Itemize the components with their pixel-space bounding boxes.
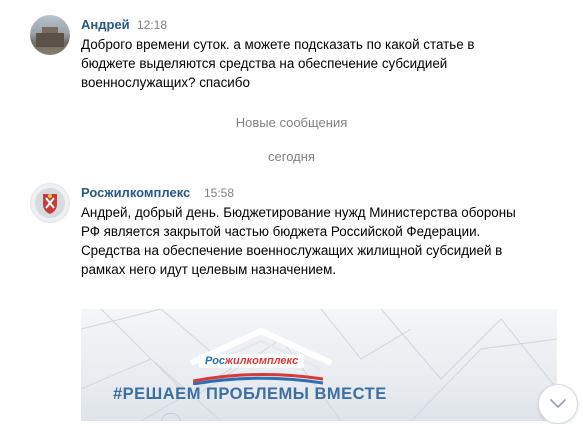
message-item: Андрей 12:18 Доброго времени суток. а мо… [0,0,583,100]
avatar[interactable] [30,183,70,223]
message-author[interactable]: Росжилкомплекс [81,185,190,200]
logo-swoosh [193,372,323,385]
new-messages-separator: Новые сообщения [235,115,348,130]
message-time[interactable]: 12:18 [137,18,167,32]
logo-text: Росжилкомплекс [199,354,305,368]
house-logo-icon [189,328,333,371]
message-text: Доброго времени суток. а можете подсказа… [81,37,475,90]
logo-text-part2: жилкомплекс [224,355,299,367]
banner-slogan: #РЕШАЕМ ПРОБЛЕМЫ ВМЕСТЕ [113,385,387,403]
message-text: Андрей, добрый день. Бюджетирование нужд… [81,205,516,277]
date-separator: сегодня [268,149,315,164]
avatar[interactable] [30,15,70,55]
emblem-icon [35,188,65,218]
message-author[interactable]: Андрей [81,17,130,32]
scroll-down-button[interactable] [538,384,578,424]
attachment-image[interactable]: Росжилкомплекс #РЕШАЕМ ПРОБЛЕМЫ ВМЕСТЕ [81,309,557,421]
message-time[interactable]: 15:58 [204,186,234,200]
chevron-down-icon [550,399,566,408]
logo-text-part1: Рос [205,355,225,367]
